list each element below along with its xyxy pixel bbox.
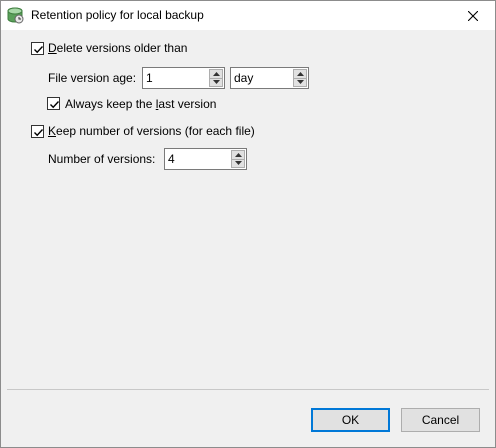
up-arrow-icon — [296, 71, 304, 76]
close-icon — [468, 10, 478, 21]
delete-versions-label[interactable]: Delete versions older than — [48, 41, 187, 55]
age-unit-spinner[interactable]: day — [230, 67, 309, 89]
number-of-versions-value: 4 — [168, 152, 175, 166]
unit-spin-up-button[interactable] — [293, 69, 307, 79]
up-arrow-icon — [212, 71, 220, 76]
file-version-age-value: 1 — [146, 71, 153, 85]
ok-button[interactable]: OK — [311, 408, 390, 432]
up-arrow-icon — [234, 152, 242, 157]
checkmark-icon — [34, 129, 44, 137]
down-arrow-icon — [212, 80, 220, 85]
window-title: Retention policy for local backup — [31, 8, 204, 22]
file-version-age-spinner[interactable]: 1 — [142, 67, 225, 89]
delete-versions-checkbox[interactable] — [31, 42, 44, 55]
backup-app-icon — [7, 7, 24, 24]
cancel-button[interactable]: Cancel — [401, 408, 480, 432]
age-unit-value: day — [234, 71, 254, 85]
keep-last-version-label[interactable]: Always keep the last version — [65, 97, 216, 111]
age-spin-down-button[interactable] — [209, 78, 223, 87]
file-version-age-label: File version age: — [48, 71, 137, 85]
versions-spin-up-button[interactable] — [231, 150, 245, 160]
age-spin-up-button[interactable] — [209, 69, 223, 79]
number-of-versions-label: Number of versions: — [48, 152, 156, 166]
number-of-versions-spinner[interactable]: 4 — [164, 148, 247, 170]
down-arrow-icon — [234, 161, 242, 166]
checkmark-icon — [34, 46, 44, 54]
footer-separator — [7, 389, 489, 390]
retention-policy-dialog: Retention policy for local backup Delete… — [0, 0, 496, 448]
keep-number-versions-checkbox[interactable] — [31, 125, 44, 138]
title-bar: Retention policy for local backup — [1, 1, 495, 30]
close-button[interactable] — [451, 1, 495, 30]
versions-spin-down-button[interactable] — [231, 159, 245, 168]
keep-last-version-checkbox[interactable] — [47, 97, 60, 110]
checkmark-icon — [50, 101, 60, 109]
down-arrow-icon — [296, 80, 304, 85]
unit-spin-down-button[interactable] — [293, 78, 307, 87]
keep-number-versions-label[interactable]: Keep number of versions (for each file) — [48, 124, 255, 138]
